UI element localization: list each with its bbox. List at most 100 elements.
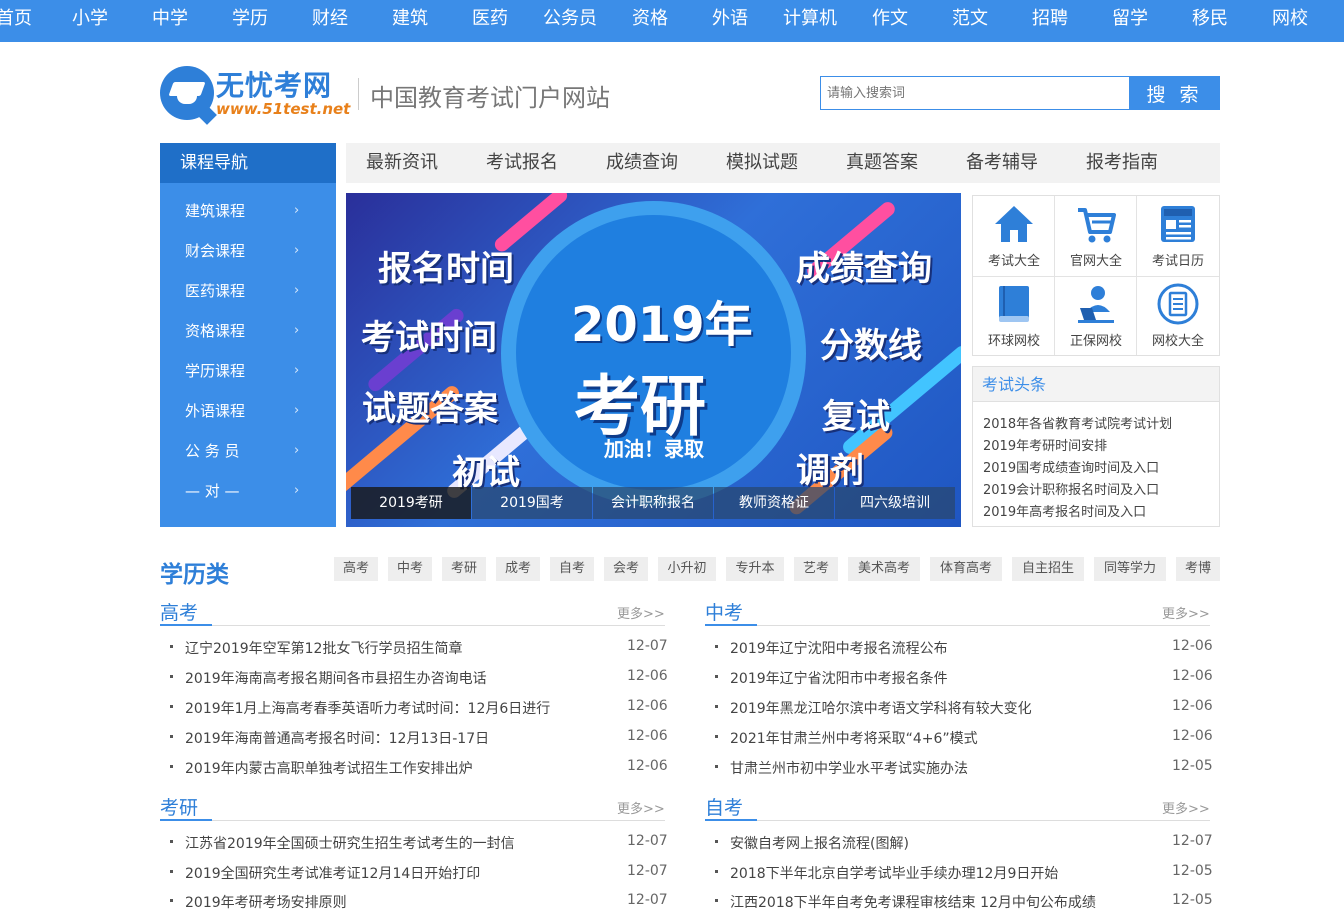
topnav-item-essay[interactable]: 作文 [872,0,908,42]
news-item[interactable]: 2019年黑龙江哈尔滨中考语文学科将有较大变化 [730,698,1032,718]
column-more-link[interactable]: 更多>> [1162,798,1210,817]
news-date: 12-06 [627,758,668,774]
course-item-one-on-one[interactable]: — 对 — › [160,471,336,511]
quick-link-zhengbao-school[interactable]: 正保网校 [1055,276,1137,356]
course-item-qualification[interactable]: 资格课程 › [160,311,336,351]
course-item-civil-service[interactable]: 公 务 员 › [160,431,336,471]
column-title-zhongkao[interactable]: 中考 [705,598,743,625]
tab-score-query[interactable]: 成绩查询 [606,143,678,183]
news-item[interactable]: 2019全国研究生考试准考证12月14日开始打印 [185,863,480,883]
quick-link-exam-calendar[interactable]: 考试日历 [1137,196,1219,276]
topnav-item-online-school[interactable]: 网校 [1272,0,1308,42]
column-title-kaoyan[interactable]: 考研 [160,793,198,820]
headline-item[interactable]: 2018年各省教育考试院考试计划 [983,413,1172,432]
section-tag[interactable]: 自主招生 [1012,557,1084,581]
course-item-degree[interactable]: 学历课程 › [160,351,336,391]
banner-tab-cet[interactable]: 四六级培训 [835,487,955,519]
chevron-right-icon: › [294,403,300,418]
news-item[interactable]: 2019年海南高考报名期间各市县招生办咨询电话 [185,668,487,688]
search-button[interactable]: 搜 索 [1129,76,1220,110]
column-more-link[interactable]: 更多>> [617,798,665,817]
banner-tab-accounting[interactable]: 会计职称报名 [593,487,713,519]
column-title-zikao[interactable]: 自考 [705,793,743,820]
topnav-item-study-abroad[interactable]: 留学 [1112,0,1148,42]
section-tag[interactable]: 高考 [334,557,378,581]
topnav-item-finance[interactable]: 财经 [312,0,348,42]
news-item[interactable]: 辽宁2019年空军第12批女飞行学员招生简章 [185,638,462,658]
headline-item[interactable]: 2019年考研时间安排 [983,435,1107,454]
banner-tab-guokao[interactable]: 2019国考 [472,487,592,519]
tab-latest-news[interactable]: 最新资讯 [366,143,438,183]
column-more-link[interactable]: 更多>> [617,603,665,622]
section-tag[interactable]: 体育高考 [930,557,1002,581]
logo-name: 无忧考网 [216,69,333,102]
column-title-gaokao[interactable]: 高考 [160,598,198,625]
banner-word: 成绩查询 [796,249,932,289]
section-tag[interactable]: 艺考 [794,557,838,581]
course-item-medicine[interactable]: 医药课程 › [160,271,336,311]
section-tag[interactable]: 自考 [550,557,594,581]
news-item[interactable]: 江西2018下半年自考免考课程审核结束 12月中旬公布成绩 [730,892,1096,912]
section-tag[interactable]: 同等学力 [1094,557,1166,581]
section-tag[interactable]: 美术高考 [848,557,920,581]
site-logo[interactable]: 无忧考网 www.51test.net [160,64,350,125]
topnav-item-medicine[interactable]: 医药 [472,0,508,42]
news-item[interactable]: 2019年海南普通高考报名时间：12月13日-17日 [185,728,489,748]
topnav-item-qualification[interactable]: 资格 [632,0,668,42]
news-item[interactable]: 江苏省2019年全国硕士研究生招生考试考生的一封信 [185,833,515,853]
search-input[interactable] [820,76,1130,110]
tab-registration[interactable]: 考试报名 [486,143,558,183]
chevron-right-icon: › [294,483,300,498]
news-item[interactable]: 2019年辽宁省沈阳市中考报名条件 [730,668,948,688]
tab-past-answers[interactable]: 真题答案 [846,143,918,183]
chevron-right-icon: › [294,283,300,298]
topnav-item-immigration[interactable]: 移民 [1192,0,1228,42]
section-tag[interactable]: 成考 [496,557,540,581]
tab-preparation[interactable]: 备考辅导 [966,143,1038,183]
topnav-item-templates[interactable]: 范文 [952,0,988,42]
topnav-item-middle[interactable]: 中学 [152,0,188,42]
news-item[interactable]: 2019年考研考场安排原则 [185,892,347,912]
tab-application-guide[interactable]: 报考指南 [1086,143,1158,183]
course-item-language[interactable]: 外语课程 › [160,391,336,431]
news-item[interactable]: 甘肃兰州市初中学业水平考试实施办法 [730,758,968,778]
column-more-link[interactable]: 更多>> [1162,603,1210,622]
headline-item[interactable]: 2019会计职称报名时间及入口 [983,479,1159,498]
headline-item[interactable]: 2019国考成绩查询时间及入口 [983,457,1159,476]
quick-link-exam-guide[interactable]: 考试大全 [973,196,1055,276]
section-tag[interactable]: 专升本 [726,557,784,581]
tab-mock-tests[interactable]: 模拟试题 [726,143,798,183]
news-item[interactable]: 2019年辽宁沈阳中考报名流程公布 [730,638,948,658]
topnav-item-home[interactable]: 首页 [0,0,32,42]
topnav-item-jobs[interactable]: 招聘 [1032,0,1068,42]
news-item[interactable]: 2019年内蒙古高职单独考试招生工作安排出炉 [185,758,473,778]
banner-tab-kaoyan[interactable]: 2019考研 [351,487,471,519]
top-navigation: 首页 小学 中学 学历 财经 建筑 医药 公务员 资格 外语 计算机 作文 范文… [0,0,1344,42]
topnav-item-construction[interactable]: 建筑 [392,0,428,42]
news-item[interactable]: 2021年甘肃兰州中考将采取“4+6”模式 [730,728,978,748]
course-item-accounting[interactable]: 财会课程 › [160,231,336,271]
banner-slider[interactable]: 报名时间 成绩查询 考试时间 分数线 试题答案 复试 初试 调剂 2019年 考… [346,193,961,527]
quick-link-official-sites[interactable]: 官网大全 [1055,196,1137,276]
section-tag[interactable]: 考博 [1176,557,1220,581]
course-item-construction[interactable]: 建筑课程 › [160,191,336,231]
banner-word: 报名时间 [378,249,514,289]
quick-link-global-school[interactable]: 环球网校 [973,276,1055,356]
topnav-item-language[interactable]: 外语 [712,0,748,42]
topnav-item-primary[interactable]: 小学 [72,0,108,42]
news-item[interactable]: 安徽自考网上报名流程(图解) [730,833,909,853]
section-tag[interactable]: 会考 [604,557,648,581]
banner-tab-teacher[interactable]: 教师资格证 [714,487,834,519]
headline-item[interactable]: 2019年高考报名时间及入口 [983,501,1146,520]
section-tag[interactable]: 中考 [388,557,432,581]
section-tag[interactable]: 小升初 [658,557,716,581]
main-tabs: 最新资讯 考试报名 成绩查询 模拟试题 真题答案 备考辅导 报考指南 [346,143,1220,183]
news-item[interactable]: 2018下半年北京自学考试毕业手续办理12月9日开始 [730,863,1058,883]
quick-link-online-schools[interactable]: 网校大全 [1137,276,1219,356]
news-item[interactable]: 2019年1月上海高考春季英语听力考试时间：12月6日进行 [185,698,550,718]
topnav-item-degree[interactable]: 学历 [232,0,268,42]
section-tag[interactable]: 考研 [442,557,486,581]
topnav-item-civil-service[interactable]: 公务员 [543,0,597,42]
chevron-right-icon: › [294,203,300,218]
topnav-item-computer[interactable]: 计算机 [783,0,837,42]
